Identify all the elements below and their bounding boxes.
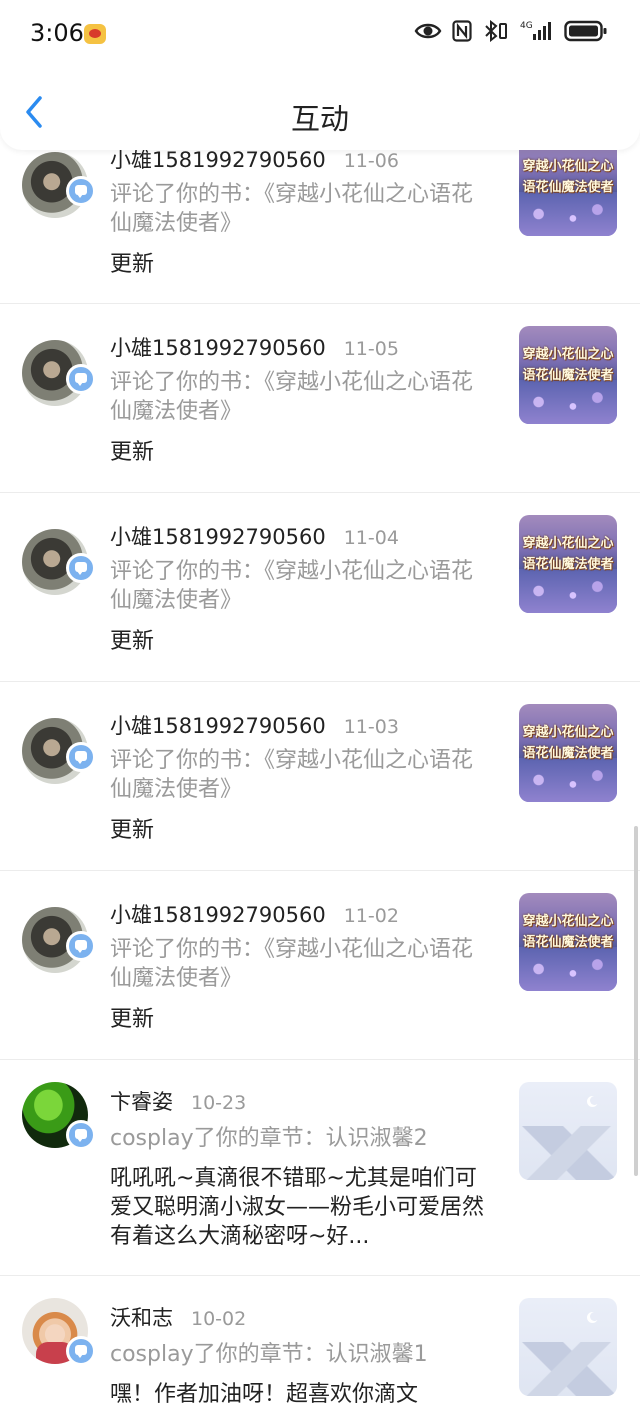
placeholder-image-icon[interactable] [519, 1082, 617, 1180]
thumbnail-title: 穿越小花仙之心语花仙魔法使者 [522, 159, 614, 195]
action-text: 评论了你的书：《穿越小花仙之心语花仙魔法使者》 [110, 182, 474, 236]
thumbnail-title: 穿越小花仙之心语花仙魔法使者 [522, 347, 614, 383]
item-date: 10-02 [191, 1308, 247, 1330]
comment-text: 更新 [110, 818, 155, 843]
book-cover-thumbnail[interactable]: 穿越小花仙之心语花仙魔法使者 [519, 704, 617, 802]
user-name[interactable]: 卞睿姿 [110, 1086, 173, 1116]
comment-text: 更新 [110, 440, 155, 465]
eye-icon [414, 23, 442, 39]
name-row: 沃和志 10-02 [110, 1302, 246, 1332]
name-row: 小雄1581992790560 11-05 [110, 332, 399, 362]
list-item[interactable]: 沃和志 10-02 cosplay了你的章节：认识淑馨1 嘿！作者加油呀！超喜欢… [0, 1276, 640, 1416]
comment-badge-icon [66, 1120, 96, 1150]
navbar: 互动 [0, 74, 640, 150]
placeholder-image-icon[interactable] [519, 1298, 617, 1396]
signal-4g-icon: 4G [520, 21, 551, 40]
comment-text: 吼吼吼~真滴很不错耶~尤其是咱们可爱又聪明滴小淑女——粉毛小可爱居然有着这么大滴… [110, 1166, 485, 1249]
page-title: 互动 [290, 102, 349, 136]
action-text: cosplay了你的章节：认识淑馨1 [110, 1342, 428, 1367]
name-row: 小雄1581992790560 11-03 [110, 710, 399, 740]
list-item[interactable]: 卞睿姿 10-23 cosplay了你的章节：认识淑馨2 吼吼吼~真滴很不错耶~… [0, 1060, 640, 1276]
status-icons: 4G [414, 20, 608, 42]
comment-text: 嘿！作者加油呀！超喜欢你滴文 [110, 1382, 419, 1407]
name-row: 卞睿姿 10-23 [110, 1086, 246, 1116]
book-cover-thumbnail[interactable]: 穿越小花仙之心语花仙魔法使者 [519, 515, 617, 613]
status-time: 3:06 [30, 19, 84, 47]
user-name[interactable]: 小雄1581992790560 [110, 521, 326, 551]
list-item[interactable]: 小雄1581992790560 11-02 评论了你的书：《穿越小花仙之心语花仙… [0, 871, 640, 1060]
list-item[interactable]: 小雄1581992790560 11-03 评论了你的书：《穿越小花仙之心语花仙… [0, 682, 640, 871]
item-date: 11-06 [343, 150, 399, 172]
thumbnail-title: 穿越小花仙之心语花仙魔法使者 [522, 725, 614, 761]
comment-badge-icon [66, 742, 96, 772]
list-item[interactable]: 小雄1581992790560 11-05 评论了你的书：《穿越小花仙之心语花仙… [0, 304, 640, 493]
thumbnail-title: 穿越小花仙之心语花仙魔法使者 [522, 536, 614, 572]
nfc-icon [452, 20, 472, 42]
item-date: 11-02 [343, 905, 399, 927]
comment-text: 更新 [110, 629, 155, 654]
weibo-notification-icon [84, 24, 106, 44]
item-date: 11-04 [343, 527, 399, 549]
user-name[interactable]: 沃和志 [110, 1302, 173, 1332]
header: 3:06 4G 互动 [0, 0, 640, 150]
scrollbar[interactable] [634, 826, 638, 1176]
status-bar: 3:06 4G [0, 0, 640, 68]
list-item[interactable]: 小雄1581992790560 11-04 评论了你的书：《穿越小花仙之心语花仙… [0, 493, 640, 682]
book-cover-thumbnail[interactable]: 穿越小花仙之心语花仙魔法使者 [519, 893, 617, 991]
comment-badge-icon [66, 364, 96, 394]
user-name[interactable]: 小雄1581992790560 [110, 899, 326, 929]
comment-badge-icon [66, 176, 96, 206]
network-label: 4G [520, 21, 533, 31]
thumbnail-title: 穿越小花仙之心语花仙魔法使者 [522, 914, 614, 950]
user-name[interactable]: 小雄1581992790560 [110, 332, 326, 362]
item-date: 10-23 [191, 1092, 247, 1114]
action-text: 评论了你的书：《穿越小花仙之心语花仙魔法使者》 [110, 370, 474, 424]
action-text: 评论了你的书：《穿越小花仙之心语花仙魔法使者》 [110, 748, 474, 802]
name-row: 小雄1581992790560 11-04 [110, 521, 399, 551]
book-cover-thumbnail[interactable]: 穿越小花仙之心语花仙魔法使者 [519, 138, 617, 236]
action-text: cosplay了你的章节：认识淑馨2 [110, 1126, 428, 1151]
interaction-list: 小雄1581992790560 11-06 评论了你的书：《穿越小花仙之心语花仙… [0, 116, 640, 1416]
comment-badge-icon [66, 931, 96, 961]
user-name[interactable]: 小雄1581992790560 [110, 710, 326, 740]
item-date: 11-03 [343, 716, 399, 738]
action-text: 评论了你的书：《穿越小花仙之心语花仙魔法使者》 [110, 559, 474, 613]
item-date: 11-05 [343, 338, 399, 360]
comment-badge-icon [66, 553, 96, 583]
bluetooth-vibrate-icon [485, 20, 507, 42]
comment-text: 更新 [110, 1007, 155, 1032]
battery-icon [564, 20, 607, 42]
comment-text: 更新 [110, 252, 155, 277]
name-row: 小雄1581992790560 11-02 [110, 899, 399, 929]
action-text: 评论了你的书：《穿越小花仙之心语花仙魔法使者》 [110, 937, 474, 991]
comment-badge-icon [66, 1336, 96, 1366]
book-cover-thumbnail[interactable]: 穿越小花仙之心语花仙魔法使者 [519, 326, 617, 424]
